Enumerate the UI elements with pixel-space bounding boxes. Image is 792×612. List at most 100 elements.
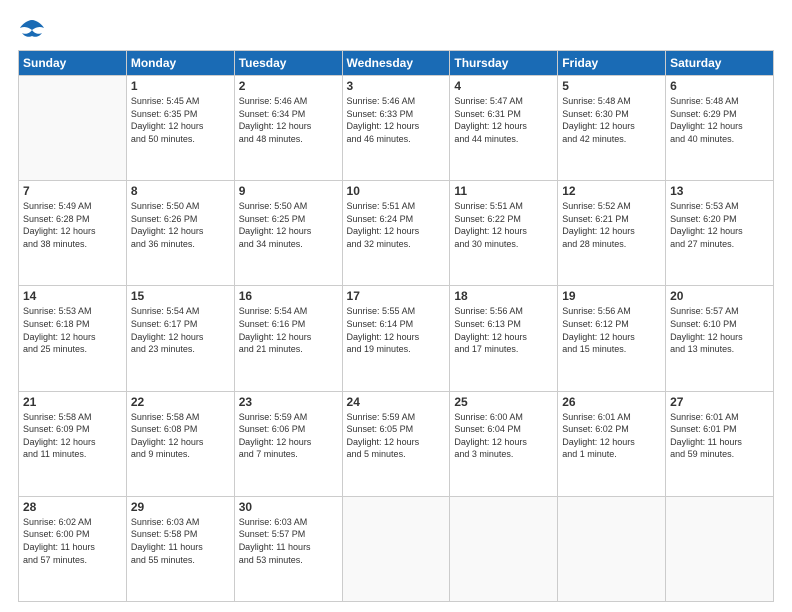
day-number: 21: [23, 395, 122, 409]
calendar-week-row: 1Sunrise: 5:45 AM Sunset: 6:35 PM Daylig…: [19, 76, 774, 181]
table-cell: 22 Sunrise: 5:58 AM Sunset: 6:08 PM Dayli…: [126, 391, 234, 496]
day-info: Sunrise: 6:00 AM Sunset: 6:04 PM Dayligh…: [454, 411, 553, 461]
header: [18, 18, 774, 40]
table-cell: 18 Sunrise: 5:56 AM Sunset: 6:13 PM Dayli…: [450, 286, 558, 391]
table-cell: 21 Sunrise: 5:58 AM Sunset: 6:09 PM Dayli…: [19, 391, 127, 496]
day-number: 7: [23, 184, 122, 198]
table-cell: 24Sunrise: 5:59 AM Sunset: 6:05 PM Dayli…: [342, 391, 450, 496]
table-cell: 12 Sunrise: 5:52 AM Sunset: 6:21 PM Dayli…: [558, 181, 666, 286]
day-info: Sunrise: 5:53 AM Sunset: 6:18 PM Dayligh…: [23, 305, 122, 355]
day-number: 27: [670, 395, 769, 409]
day-info: Sunrise: 5:46 AM Sunset: 6:33 PM Dayligh…: [347, 95, 446, 145]
calendar-table: Sunday Monday Tuesday Wednesday Thursday…: [18, 50, 774, 602]
day-number: 5: [562, 79, 661, 93]
day-number: 13: [670, 184, 769, 198]
calendar-week-row: 7 Sunrise: 5:49 AM Sunset: 6:28 PM Daylig…: [19, 181, 774, 286]
day-number: 12: [562, 184, 661, 198]
day-info: Sunrise: 5:50 AM Sunset: 6:25 PM Dayligh…: [239, 200, 338, 250]
table-cell: 14 Sunrise: 5:53 AM Sunset: 6:18 PM Dayli…: [19, 286, 127, 391]
day-number: 15: [131, 289, 230, 303]
day-number: 6: [670, 79, 769, 93]
table-cell: [666, 496, 774, 601]
day-info: Sunrise: 5:54 AM Sunset: 6:17 PM Dayligh…: [131, 305, 230, 355]
day-info: Sunrise: 5:55 AM Sunset: 6:14 PM Dayligh…: [347, 305, 446, 355]
table-cell: 23 Sunrise: 5:59 AM Sunset: 6:06 PM Dayli…: [234, 391, 342, 496]
table-cell: [450, 496, 558, 601]
day-info: Sunrise: 6:02 AM Sunset: 6:00 PM Dayligh…: [23, 516, 122, 566]
day-info: Sunrise: 5:51 AM Sunset: 6:24 PM Dayligh…: [347, 200, 446, 250]
day-number: 14: [23, 289, 122, 303]
day-info: Sunrise: 5:58 AM Sunset: 6:09 PM Dayligh…: [23, 411, 122, 461]
day-info: Sunrise: 5:58 AM Sunset: 6:08 PM Dayligh…: [131, 411, 230, 461]
table-cell: 5 Sunrise: 5:48 AM Sunset: 6:30 PM Daylig…: [558, 76, 666, 181]
day-number: 25: [454, 395, 553, 409]
table-cell: 30 Sunrise: 6:03 AM Sunset: 5:57 PM Dayli…: [234, 496, 342, 601]
day-info: Sunrise: 5:56 AM Sunset: 6:12 PM Dayligh…: [562, 305, 661, 355]
calendar-week-row: 28 Sunrise: 6:02 AM Sunset: 6:00 PM Dayli…: [19, 496, 774, 601]
day-number: 10: [347, 184, 446, 198]
table-cell: 4Sunrise: 5:47 AM Sunset: 6:31 PM Daylig…: [450, 76, 558, 181]
table-cell: 6 Sunrise: 5:48 AM Sunset: 6:29 PM Daylig…: [666, 76, 774, 181]
table-cell: 20 Sunrise: 5:57 AM Sunset: 6:10 PM Dayli…: [666, 286, 774, 391]
day-info: Sunrise: 5:59 AM Sunset: 6:05 PM Dayligh…: [347, 411, 446, 461]
day-number: 20: [670, 289, 769, 303]
day-info: Sunrise: 5:59 AM Sunset: 6:06 PM Dayligh…: [239, 411, 338, 461]
day-number: 4: [454, 79, 553, 93]
table-cell: 7 Sunrise: 5:49 AM Sunset: 6:28 PM Daylig…: [19, 181, 127, 286]
day-info: Sunrise: 5:49 AM Sunset: 6:28 PM Dayligh…: [23, 200, 122, 250]
day-number: 22: [131, 395, 230, 409]
table-cell: 10 Sunrise: 5:51 AM Sunset: 6:24 PM Dayli…: [342, 181, 450, 286]
table-cell: 2 Sunrise: 5:46 AM Sunset: 6:34 PM Daylig…: [234, 76, 342, 181]
day-number: 16: [239, 289, 338, 303]
day-number: 29: [131, 500, 230, 514]
day-number: 28: [23, 500, 122, 514]
day-info: Sunrise: 6:01 AM Sunset: 6:01 PM Dayligh…: [670, 411, 769, 461]
day-number: 18: [454, 289, 553, 303]
day-info: Sunrise: 5:48 AM Sunset: 6:29 PM Dayligh…: [670, 95, 769, 145]
day-number: 9: [239, 184, 338, 198]
day-info: Sunrise: 5:56 AM Sunset: 6:13 PM Dayligh…: [454, 305, 553, 355]
table-cell: 28 Sunrise: 6:02 AM Sunset: 6:00 PM Dayli…: [19, 496, 127, 601]
table-cell: 15 Sunrise: 5:54 AM Sunset: 6:17 PM Dayli…: [126, 286, 234, 391]
day-number: 1: [131, 79, 230, 93]
table-cell: 17 Sunrise: 5:55 AM Sunset: 6:14 PM Dayli…: [342, 286, 450, 391]
table-cell: 1Sunrise: 5:45 AM Sunset: 6:35 PM Daylig…: [126, 76, 234, 181]
table-cell: 11Sunrise: 5:51 AM Sunset: 6:22 PM Dayli…: [450, 181, 558, 286]
table-cell: 9 Sunrise: 5:50 AM Sunset: 6:25 PM Daylig…: [234, 181, 342, 286]
day-info: Sunrise: 5:57 AM Sunset: 6:10 PM Dayligh…: [670, 305, 769, 355]
day-number: 17: [347, 289, 446, 303]
table-cell: [19, 76, 127, 181]
header-thursday: Thursday: [450, 51, 558, 76]
day-number: 26: [562, 395, 661, 409]
table-cell: [558, 496, 666, 601]
day-number: 2: [239, 79, 338, 93]
calendar-week-row: 14 Sunrise: 5:53 AM Sunset: 6:18 PM Dayli…: [19, 286, 774, 391]
day-info: Sunrise: 5:53 AM Sunset: 6:20 PM Dayligh…: [670, 200, 769, 250]
day-info: Sunrise: 5:46 AM Sunset: 6:34 PM Dayligh…: [239, 95, 338, 145]
day-number: 30: [239, 500, 338, 514]
day-number: 11: [454, 184, 553, 198]
calendar-week-row: 21 Sunrise: 5:58 AM Sunset: 6:09 PM Dayli…: [19, 391, 774, 496]
day-info: Sunrise: 5:48 AM Sunset: 6:30 PM Dayligh…: [562, 95, 661, 145]
header-monday: Monday: [126, 51, 234, 76]
day-number: 23: [239, 395, 338, 409]
table-cell: [342, 496, 450, 601]
calendar-page: Sunday Monday Tuesday Wednesday Thursday…: [0, 0, 792, 612]
table-cell: 27 Sunrise: 6:01 AM Sunset: 6:01 PM Dayli…: [666, 391, 774, 496]
day-number: 3: [347, 79, 446, 93]
header-saturday: Saturday: [666, 51, 774, 76]
day-info: Sunrise: 5:52 AM Sunset: 6:21 PM Dayligh…: [562, 200, 661, 250]
header-tuesday: Tuesday: [234, 51, 342, 76]
table-cell: 13 Sunrise: 5:53 AM Sunset: 6:20 PM Dayli…: [666, 181, 774, 286]
table-cell: 3 Sunrise: 5:46 AM Sunset: 6:33 PM Daylig…: [342, 76, 450, 181]
header-wednesday: Wednesday: [342, 51, 450, 76]
day-number: 19: [562, 289, 661, 303]
header-sunday: Sunday: [19, 51, 127, 76]
table-cell: 8 Sunrise: 5:50 AM Sunset: 6:26 PM Daylig…: [126, 181, 234, 286]
day-info: Sunrise: 6:01 AM Sunset: 6:02 PM Dayligh…: [562, 411, 661, 461]
logo: [18, 18, 50, 40]
day-info: Sunrise: 5:50 AM Sunset: 6:26 PM Dayligh…: [131, 200, 230, 250]
day-number: 8: [131, 184, 230, 198]
day-info: Sunrise: 6:03 AM Sunset: 5:57 PM Dayligh…: [239, 516, 338, 566]
table-cell: 19 Sunrise: 5:56 AM Sunset: 6:12 PM Dayli…: [558, 286, 666, 391]
